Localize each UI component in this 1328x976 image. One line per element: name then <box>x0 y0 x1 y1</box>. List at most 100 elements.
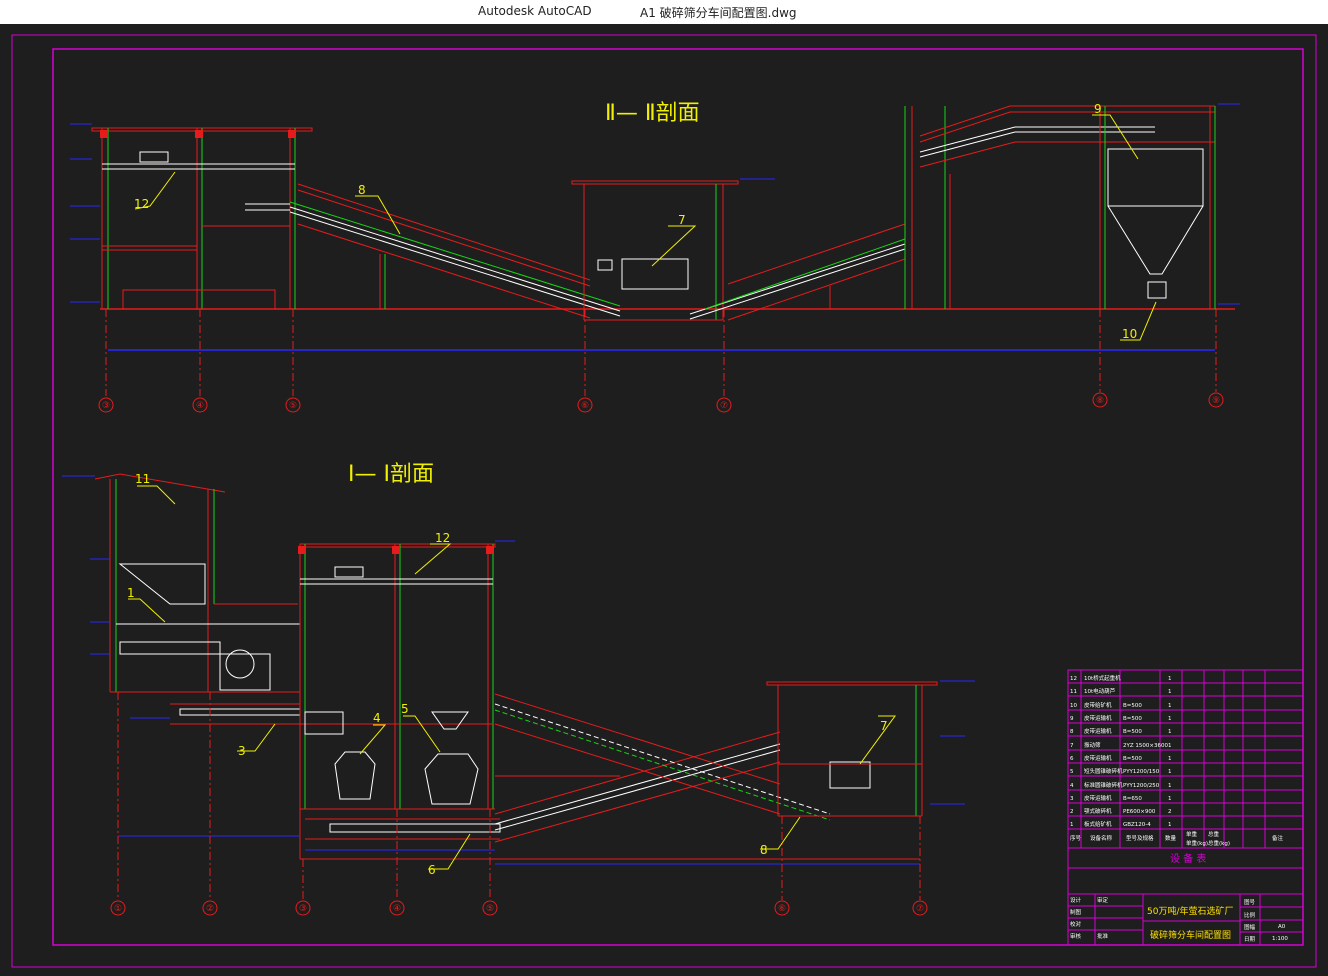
equipment-table-title: 设 备 表 <box>1170 852 1206 865</box>
table-cell: 1 <box>1168 822 1172 828</box>
role-label: 设计 <box>1070 896 1082 904</box>
field-label: 图幅 <box>1244 923 1256 931</box>
table-cell: 1 <box>1168 756 1172 762</box>
callout-label: 1 <box>127 586 135 600</box>
table-cell: 颚式破碎机 <box>1084 807 1112 815</box>
axis-label: ④ <box>196 401 204 411</box>
callout-label: 9 <box>1094 102 1102 116</box>
table-cell: 11 <box>1070 689 1077 695</box>
table-cell: 短头圆锥破碎机 <box>1084 767 1123 775</box>
table-cell: 皮带运输机 <box>1084 727 1112 735</box>
table-cell: B=500 <box>1123 716 1142 722</box>
section-2-title: Ⅱ— Ⅱ剖面 <box>605 101 700 126</box>
callout-label: 5 <box>401 702 409 716</box>
table-cell: 2YZ 1500×3600 <box>1123 743 1168 749</box>
window-title-bar: Autodesk AutoCAD A1 破碎筛分车间配置图.dwg <box>0 0 1328 25</box>
section-1-axis-labels: ① ② ③ ④ ⑤ ⑥ ⑦ <box>114 904 924 914</box>
callout-label: 12 <box>435 531 450 545</box>
table-cell: 板式给矿机 <box>1084 820 1112 828</box>
table-cell: 皮带运输机 <box>1084 754 1112 762</box>
callout-label: 12 <box>134 197 149 211</box>
table-header: 总重(kg) <box>1208 839 1230 847</box>
table-cell: 皮带运输机 <box>1084 794 1112 802</box>
table-cell: 1 <box>1168 716 1172 722</box>
table-cell: 5 <box>1070 769 1074 775</box>
axis-label: ⑦ <box>720 401 728 411</box>
app-name: Autodesk AutoCAD <box>478 4 592 18</box>
table-cell: 1 <box>1168 703 1172 709</box>
section-2-callouts: 12 8 7 9 10 <box>134 102 1137 341</box>
axis-label: ⑤ <box>289 401 297 411</box>
axis-label: ⑤ <box>486 904 494 914</box>
table-header: 单重(kg) <box>1186 839 1208 847</box>
document-title[interactable]: A1 破碎筛分车间配置图.dwg <box>640 4 797 21</box>
callout-label: 4 <box>373 711 381 725</box>
section-1-1 <box>62 473 975 916</box>
table-cell: 皮带运输机 <box>1084 714 1112 722</box>
section-2-2 <box>70 103 1240 413</box>
axis-label: ③ <box>102 401 110 411</box>
table-cell: 7 <box>1070 743 1074 749</box>
table-cell: PYY1200/250 <box>1123 783 1160 789</box>
table-cell: 1 <box>1168 676 1172 682</box>
table-header: 数量 <box>1165 834 1177 842</box>
axis-label: ② <box>206 904 214 914</box>
axis-label: ⑨ <box>1212 396 1220 406</box>
table-cell: 8 <box>1070 729 1074 735</box>
table-cell: 1 <box>1168 769 1172 775</box>
section-1-1-title: Ⅰ— Ⅰ剖面 <box>348 462 434 487</box>
table-cell: 3 <box>1070 796 1074 802</box>
field-label: 图号 <box>1244 898 1256 906</box>
table-header: 设备名称 <box>1090 834 1113 842</box>
table-header: 总重 <box>1208 830 1220 838</box>
drawing-name: 破碎筛分车间配置图 <box>1150 929 1231 941</box>
cad-drawing[interactable]: Ⅱ— Ⅱ剖面 ③ ④ ⑤ ⑥ ⑦ ⑧ ⑨ 12 8 7 9 10 Ⅰ— Ⅰ剖面 … <box>0 24 1328 976</box>
table-cell: B=500 <box>1123 729 1142 735</box>
table-cell: B=650 <box>1123 796 1142 802</box>
axis-label: ⑥ <box>778 904 786 914</box>
field-label: 比例 <box>1244 911 1256 919</box>
table-cell: B=500 <box>1123 756 1142 762</box>
table-cell: PE600×900 <box>1123 809 1156 815</box>
table-cell: 1 <box>1168 796 1172 802</box>
table-cell: 标准圆锥破碎机 <box>1084 781 1123 789</box>
table-cell: 2 <box>1168 809 1172 815</box>
role-label: 批准 <box>1097 932 1109 940</box>
table-cell: PYY1200/150 <box>1123 769 1160 775</box>
scale-value: 1:100 <box>1272 936 1288 942</box>
role-label: 审定 <box>1097 896 1109 904</box>
table-cell: 4 <box>1070 783 1074 789</box>
section-2-axis-labels: ③ ④ ⑤ ⑥ ⑦ ⑧ ⑨ <box>102 396 1220 411</box>
axis-label: ⑥ <box>581 401 589 411</box>
table-cell: GBZ120-4 <box>1123 822 1151 828</box>
table-cell: 9 <box>1070 716 1074 722</box>
axis-label: ① <box>114 904 122 914</box>
callout-label: 8 <box>760 843 768 857</box>
table-header: 单重 <box>1186 830 1198 838</box>
table-cell: 12 <box>1070 676 1077 682</box>
role-label: 校对 <box>1070 920 1082 928</box>
drawing-canvas[interactable]: Ⅱ— Ⅱ剖面 ③ ④ ⑤ ⑥ ⑦ ⑧ ⑨ 12 8 7 9 10 Ⅰ— Ⅰ剖面 … <box>0 24 1328 976</box>
table-cell: 1 <box>1168 689 1172 695</box>
role-label: 制图 <box>1070 908 1082 916</box>
callout-label: 3 <box>238 744 246 758</box>
table-header: 序号 <box>1070 834 1082 842</box>
table-cell: 2 <box>1070 809 1074 815</box>
callout-label: 11 <box>135 472 150 486</box>
table-cell: 1 <box>1168 729 1172 735</box>
section-2-2-title: Ⅱ— Ⅱ剖面 <box>605 101 700 126</box>
callout-label: 8 <box>358 183 366 197</box>
inner-frame <box>52 48 1304 946</box>
field-label: 日期 <box>1244 936 1256 943</box>
callout-label: 7 <box>880 719 888 733</box>
axis-label: ④ <box>393 904 401 914</box>
section-1-callouts: 11 1 12 3 4 5 6 7 8 <box>127 472 888 877</box>
sheet-size: A0 <box>1278 924 1286 930</box>
role-label: 审核 <box>1070 932 1082 940</box>
table-title: 设 备 表 <box>1170 852 1206 865</box>
section-1-title: Ⅰ— Ⅰ剖面 <box>348 462 434 487</box>
table-cell: 1 <box>1168 743 1172 749</box>
table-cell: 皮带给矿机 <box>1084 701 1112 709</box>
table-cell: 10 <box>1070 703 1077 709</box>
table-cell: 1 <box>1168 783 1172 789</box>
